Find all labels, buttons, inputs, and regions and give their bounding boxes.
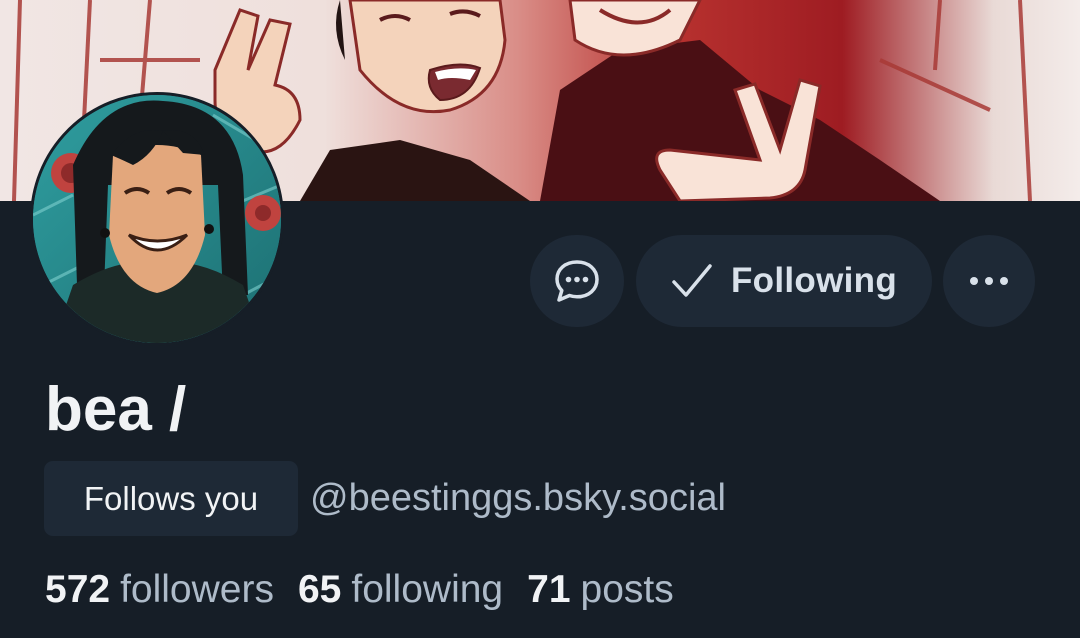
following-count: 65 [297,568,342,611]
following-button[interactable]: Following [636,235,932,327]
profile-avatar[interactable] [30,92,284,346]
more-horizontal-icon [970,277,1008,285]
message-button[interactable] [530,235,624,327]
profile-stats: 572 followers 65 following 71 posts [45,560,698,620]
chat-bubble-icon [555,260,599,302]
avatar-image [33,95,281,343]
following-button-label: Following [731,261,897,300]
posts-stat: 71 posts [527,560,674,620]
posts-label: posts [580,568,674,611]
check-icon [672,264,712,297]
follows-you-badge: Follows you [44,461,298,536]
following-label: following [351,568,504,611]
display-name: bea / [45,375,187,444]
more-options-button[interactable] [943,235,1035,327]
followers-count: 572 [45,568,111,611]
followers-label: followers [120,568,274,611]
posts-count: 71 [527,568,571,611]
profile-handle: @beestinggs.bsky.social [310,477,726,519]
followers-stat[interactable]: 572 followers [45,560,274,620]
following-stat[interactable]: 65 following [298,560,503,620]
